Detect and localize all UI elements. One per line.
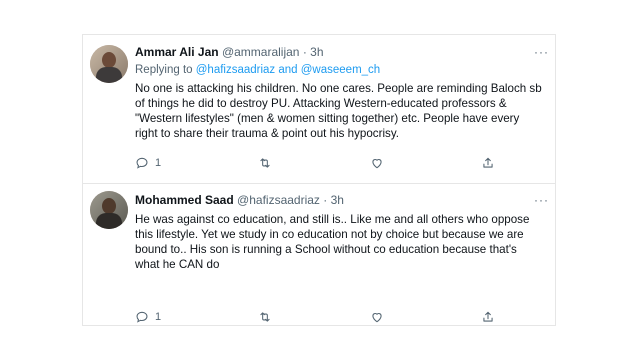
timestamp[interactable]: 3h bbox=[331, 193, 344, 207]
replying-to-label: Replying to bbox=[135, 64, 193, 76]
reply-icon bbox=[136, 157, 148, 169]
tweet-thread: ··· Ammar Ali Jan @ammaralijan · 3h Repl… bbox=[82, 34, 556, 326]
author-handle[interactable]: @hafizsaadriaz bbox=[237, 193, 320, 207]
reply-icon bbox=[136, 311, 148, 323]
author-name[interactable]: Mohammed Saad bbox=[135, 193, 234, 207]
timestamp[interactable]: 3h bbox=[310, 45, 323, 59]
author-name[interactable]: Ammar Ali Jan bbox=[135, 45, 219, 59]
retweet-button[interactable] bbox=[258, 310, 272, 324]
separator-dot: · bbox=[302, 45, 307, 59]
reply-count: 1 bbox=[155, 311, 162, 323]
tweet[interactable]: ··· Mohammed Saad @hafizsaadriaz · 3h He… bbox=[83, 183, 555, 327]
avatar[interactable] bbox=[90, 45, 128, 83]
like-button[interactable] bbox=[370, 156, 384, 170]
reply-button[interactable]: 1 bbox=[135, 156, 161, 170]
tweet-actions: 1 bbox=[135, 309, 495, 325]
retweet-button[interactable] bbox=[258, 156, 272, 170]
tweet[interactable]: ··· Ammar Ali Jan @ammaralijan · 3h Repl… bbox=[83, 35, 555, 183]
like-icon bbox=[372, 159, 382, 169]
reply-button[interactable]: 1 bbox=[135, 310, 161, 324]
separator-dot: · bbox=[323, 193, 328, 207]
tweet-header: Ammar Ali Jan @ammaralijan · 3h bbox=[135, 45, 543, 60]
avatar[interactable] bbox=[90, 191, 128, 229]
share-icon bbox=[483, 157, 493, 168]
replying-to: Replying to @hafizsaadriaz and @waseeem_… bbox=[135, 63, 543, 77]
tweet-text: He was against co education, and still i… bbox=[135, 213, 530, 271]
tweet-actions: 1 bbox=[135, 155, 495, 171]
share-icon bbox=[483, 311, 493, 322]
author-handle[interactable]: @ammaralijan bbox=[222, 45, 300, 59]
like-icon bbox=[372, 313, 382, 323]
tweet-header: Mohammed Saad @hafizsaadriaz · 3h bbox=[135, 193, 543, 208]
reply-count: 1 bbox=[155, 157, 162, 169]
replying-to-users[interactable]: @hafizsaadriaz and @waseeem_ch bbox=[196, 64, 380, 76]
tweet-text: No one is attacking his children. No one… bbox=[135, 82, 542, 140]
share-button[interactable] bbox=[481, 156, 495, 170]
retweet-icon bbox=[260, 312, 271, 322]
like-button[interactable] bbox=[370, 310, 384, 324]
share-button[interactable] bbox=[481, 310, 495, 324]
retweet-icon bbox=[260, 158, 271, 168]
